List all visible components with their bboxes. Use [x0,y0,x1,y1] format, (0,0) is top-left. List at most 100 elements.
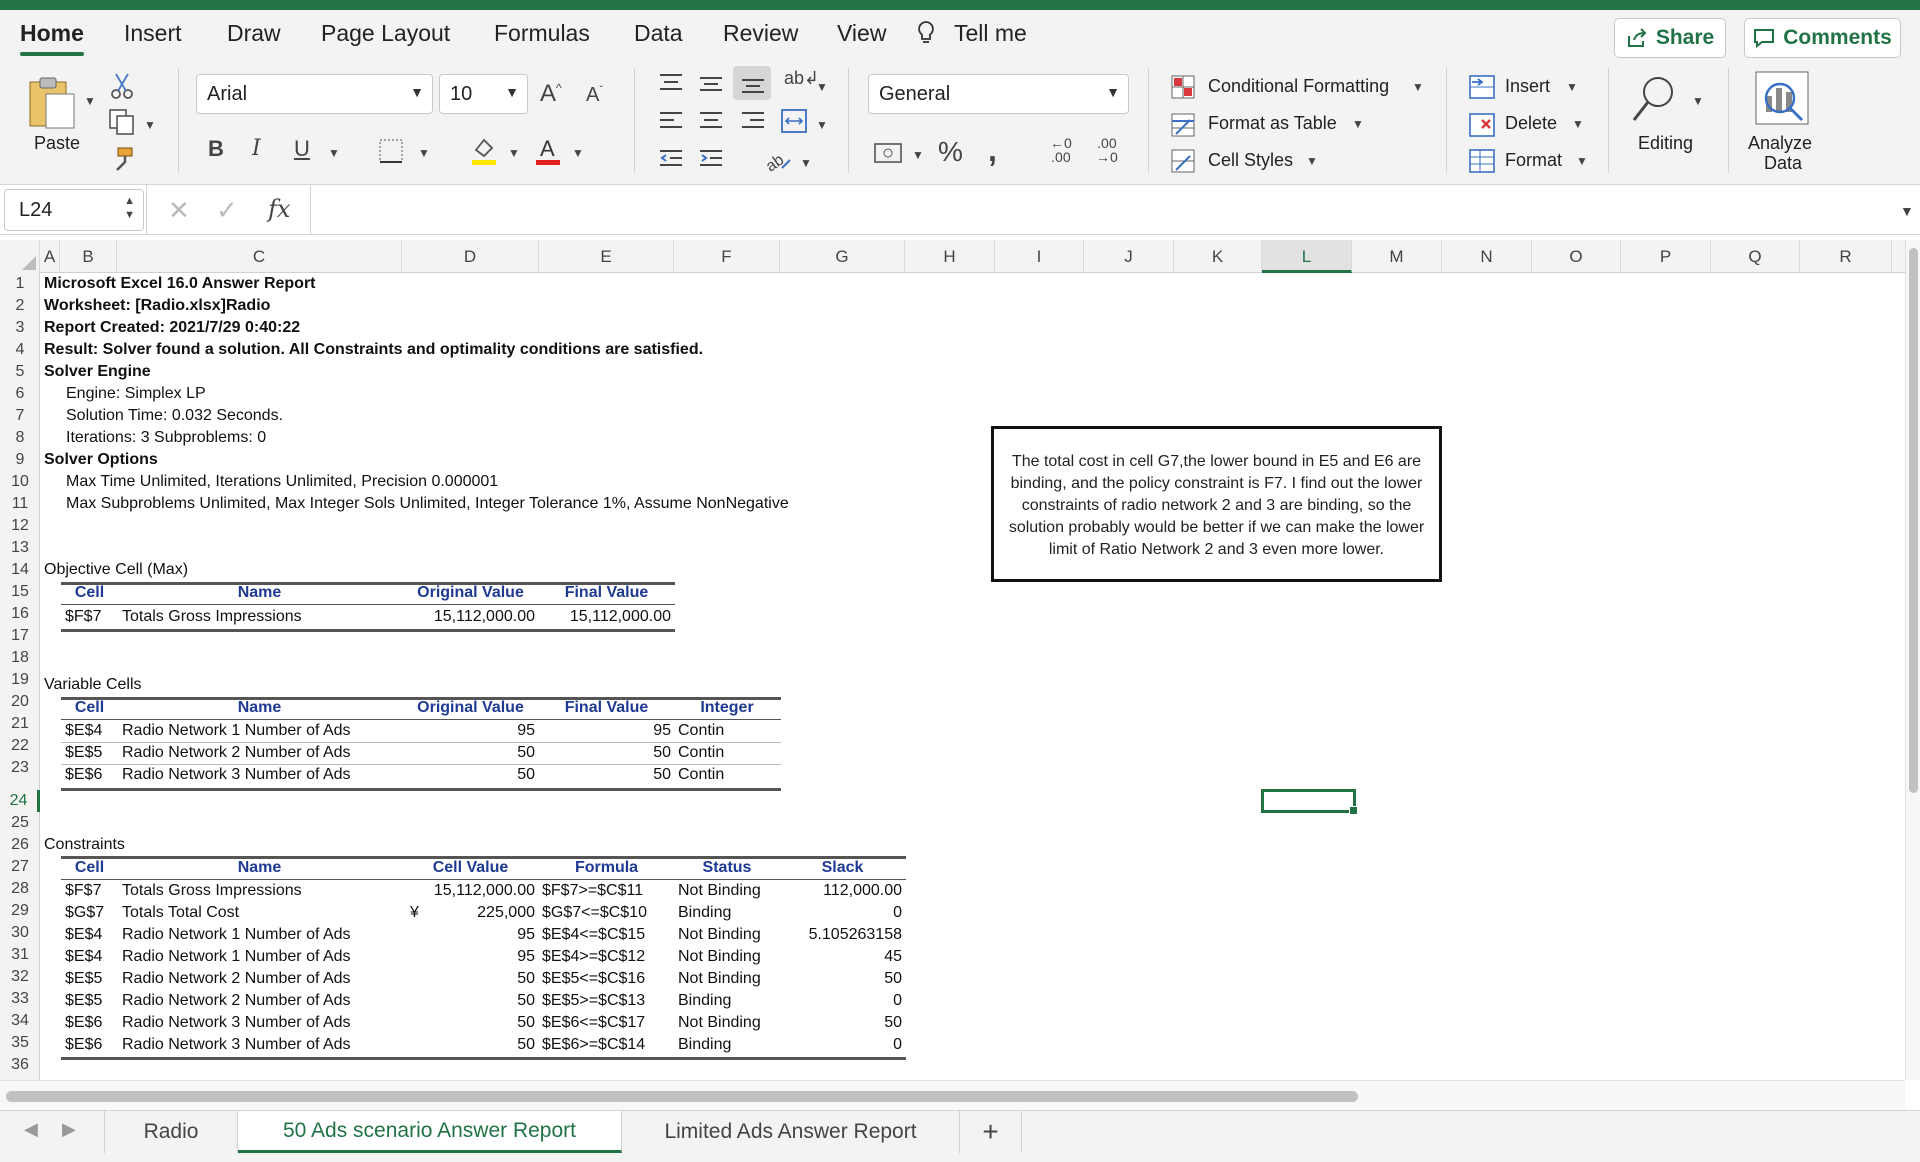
accounting-dropdown-icon[interactable]: ▼ [912,148,924,162]
accounting-format-icon[interactable] [873,140,903,166]
row-header[interactable]: 14 [0,559,40,581]
row-header[interactable]: 7 [0,405,40,427]
number-format-select[interactable]: General ▼ [868,74,1129,114]
row-header[interactable]: 28 [0,878,40,900]
paste-icon[interactable] [26,74,78,132]
increase-font-size-icon[interactable]: A^ [540,80,562,108]
cell-styles-button[interactable]: Cell Styles [1208,150,1293,171]
copy-dropdown-icon[interactable]: ▼ [144,118,156,132]
fill-color-icon[interactable] [470,136,498,166]
row-header[interactable]: 22 [0,735,40,757]
row-header[interactable]: 33 [0,988,40,1010]
row-header[interactable]: 17 [0,625,40,647]
merge-center-icon[interactable] [780,108,808,134]
chevron-down-icon[interactable]: ▼ [1576,154,1588,168]
row-header[interactable]: 36 [0,1054,40,1076]
copy-icon[interactable] [108,108,136,136]
row-header-selected[interactable]: 24 [0,790,40,812]
row-header[interactable]: 5 [0,361,40,383]
column-header[interactable]: M [1352,240,1442,273]
row-header[interactable]: 2 [0,295,40,317]
row-header[interactable]: 23 [0,757,40,779]
sheet-tab-limited-ads[interactable]: Limited Ads Answer Report [622,1111,960,1153]
font-color-dropdown-icon[interactable]: ▼ [572,146,584,160]
row-header[interactable]: 35 [0,1032,40,1054]
column-header[interactable]: Q [1711,240,1800,273]
align-center-icon[interactable] [698,110,724,132]
row-header[interactable]: 20 [0,691,40,713]
row-header[interactable]: 27 [0,856,40,878]
increase-decimal-icon[interactable]: ←0.00 [1050,136,1072,164]
column-header-selected[interactable]: L [1262,240,1352,273]
sheet-tab-50-ads-scenario[interactable]: 50 Ads scenario Answer Report [238,1111,622,1153]
borders-icon[interactable] [378,138,404,164]
tab-review[interactable]: Review [723,20,798,47]
magnifier-icon[interactable] [1630,74,1678,124]
column-header[interactable]: B [60,240,117,273]
name-box[interactable]: L24 ▲ ▼ [4,189,144,231]
column-header[interactable]: C [117,240,402,273]
column-header[interactable]: D [402,240,539,273]
row-header[interactable]: 13 [0,537,40,559]
row-header[interactable]: 1 [0,273,40,295]
font-name-select[interactable]: Arial ▼ [196,74,433,114]
row-header[interactable]: 18 [0,647,40,669]
row-header[interactable]: 10 [0,471,40,493]
column-header[interactable]: K [1174,240,1262,273]
row-header[interactable]: 12 [0,515,40,537]
sheet-tab-radio[interactable]: Radio [104,1111,238,1153]
row-header[interactable]: 8 [0,427,40,449]
row-header[interactable]: 11 [0,493,40,515]
horizontal-scrollbar[interactable] [0,1080,1905,1110]
scroll-tabs-right-icon[interactable]: ▶ [62,1119,76,1140]
tab-draw[interactable]: Draw [227,20,281,47]
tab-view[interactable]: View [837,20,886,47]
font-color-icon[interactable]: A [534,136,562,166]
italic-icon[interactable]: I [252,136,261,161]
tab-page-layout[interactable]: Page Layout [321,20,450,47]
tab-tell-me[interactable]: Tell me [954,20,1027,47]
column-header[interactable]: J [1084,240,1174,273]
row-header[interactable]: 26 [0,834,40,856]
fill-color-dropdown-icon[interactable]: ▼ [508,146,520,160]
chevron-down-icon[interactable]: ▼ [1412,80,1424,94]
tab-data[interactable]: Data [634,20,683,47]
increase-indent-icon[interactable] [698,148,724,170]
format-cells-button[interactable]: Format [1505,150,1562,171]
orientation-dropdown-icon[interactable]: ▼ [800,156,812,170]
borders-dropdown-icon[interactable]: ▼ [418,146,430,160]
column-header[interactable]: E [539,240,674,273]
align-middle-icon[interactable] [698,72,724,94]
tab-home[interactable]: Home [20,20,84,47]
vertical-scroll-thumb[interactable] [1909,248,1918,793]
conditional-formatting-button[interactable]: Conditional Formatting [1208,76,1389,97]
analyze-data-icon[interactable] [1754,70,1810,126]
percent-style-icon[interactable]: % [938,136,963,168]
column-header[interactable]: H [905,240,995,273]
column-header[interactable]: G [780,240,905,273]
row-header[interactable]: 32 [0,966,40,988]
decrease-indent-icon[interactable] [658,148,684,170]
row-header[interactable]: 4 [0,339,40,361]
column-header[interactable]: A [40,240,60,273]
vertical-scrollbar[interactable] [1905,240,1920,1080]
comma-style-icon[interactable]: , [988,132,997,169]
editing-dropdown-icon[interactable]: ▼ [1692,94,1704,108]
chevron-down-icon[interactable]: ▼ [1306,154,1318,168]
insert-cells-button[interactable]: Insert [1505,76,1550,97]
delete-cells-button[interactable]: Delete [1505,113,1557,134]
row-header[interactable]: 16 [0,603,40,625]
underline-icon[interactable]: U [294,136,310,162]
format-painter-icon[interactable] [108,146,136,174]
decrease-decimal-icon[interactable]: .00 →0 [1096,136,1118,164]
paste-dropdown-icon[interactable]: ▼ [84,94,96,108]
row-header[interactable]: 9 [0,449,40,471]
wrap-text-dropdown-icon[interactable]: ▼ [816,80,828,94]
column-header[interactable]: F [674,240,780,273]
row-header[interactable]: 21 [0,713,40,735]
row-header[interactable]: 15 [0,581,40,603]
add-sheet-button[interactable]: + [960,1111,1022,1153]
tab-insert[interactable]: Insert [124,20,182,47]
comment-textbox[interactable]: The total cost in cell G7,the lower boun… [991,426,1442,582]
expand-formula-bar-icon[interactable]: ▼ [1900,203,1914,219]
